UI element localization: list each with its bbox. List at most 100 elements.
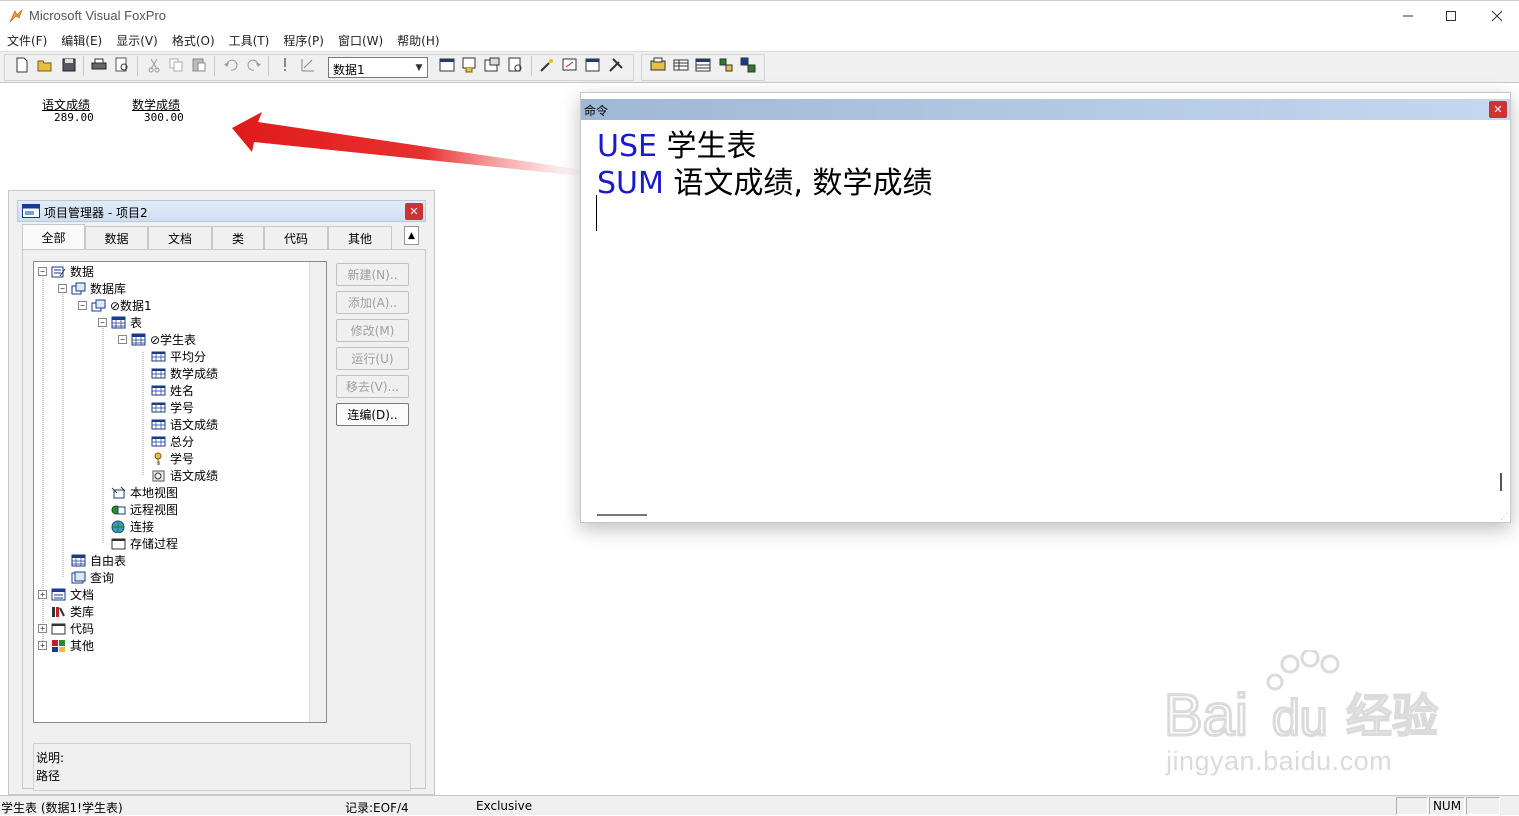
tree-item[interactable]: − 表 [98, 314, 142, 331]
tree-item[interactable]: 远程视图 [98, 501, 178, 518]
run-button[interactable]: 运行(U) [336, 347, 409, 370]
tree-item[interactable]: 学号 [138, 399, 194, 416]
collapse-button[interactable]: ▲ [404, 226, 419, 245]
command-window-icon[interactable] [438, 56, 456, 74]
resize-grip-icon[interactable]: ⋰ [1500, 512, 1508, 521]
save-icon[interactable] [60, 56, 78, 74]
redo-icon[interactable] [245, 56, 263, 74]
expand-icon[interactable]: + [38, 641, 47, 650]
collapse-icon[interactable]: − [58, 284, 67, 293]
connection-designer-icon[interactable] [739, 56, 757, 74]
copy-icon[interactable] [167, 56, 185, 74]
properties-icon[interactable] [483, 56, 501, 74]
add-button[interactable]: 添加(A).. [336, 291, 409, 314]
undo-icon[interactable] [222, 56, 240, 74]
tree-item[interactable]: + 代码 [38, 620, 94, 637]
tree-item[interactable]: 查询 [58, 569, 114, 586]
form-wizard-icon[interactable] [561, 56, 579, 74]
report-icon[interactable] [649, 56, 667, 74]
tree-item[interactable]: + 文档 [38, 586, 94, 603]
run-icon[interactable] [276, 56, 294, 74]
tree-item[interactable]: 存储过程 [98, 535, 178, 552]
command-window[interactable]: 命令 ✕ USE 学生表 SUM 语文成绩, 数学成绩 ⋰ [580, 92, 1511, 523]
tree-item[interactable]: 语文成绩 [138, 467, 218, 484]
tree-item[interactable]: + 其他 [38, 637, 94, 654]
data-session-icon[interactable] [717, 56, 735, 74]
horizontal-scrollbar[interactable] [597, 514, 647, 516]
project-tree[interactable]: − 数据 − 数据库 − ⊘数据1− 表 − ⊘学生表 平均分 数学成绩 姓名 学号 语文成绩 总分 学号 语文… [33, 261, 327, 723]
new-file-icon[interactable] [13, 56, 31, 74]
field-icon [151, 385, 166, 396]
cut-icon[interactable] [145, 56, 163, 74]
remove-button[interactable]: 移去(V)... [336, 375, 409, 398]
browse-icon[interactable] [694, 56, 712, 74]
tree-item[interactable]: 平均分 [138, 348, 206, 365]
tree-item-label: ⊘学生表 [150, 333, 197, 347]
tab-classes[interactable]: 类 [212, 226, 264, 249]
tree-item[interactable]: 连接 [98, 518, 154, 535]
tab-all[interactable]: 全部 [22, 224, 85, 250]
command-window-close-button[interactable]: ✕ [1489, 101, 1507, 118]
expand-icon[interactable]: + [38, 624, 47, 633]
menu-tools[interactable]: 工具(T) [222, 32, 277, 49]
tree-item[interactable]: − 数据 [38, 263, 94, 280]
build-button[interactable]: 连编(D).. [336, 403, 409, 426]
tab-other[interactable]: 其他 [328, 226, 392, 249]
menu-view[interactable]: 显示(V) [109, 32, 165, 49]
tree-item-label: 数学成绩 [170, 367, 219, 381]
menu-help[interactable]: 帮助(H) [390, 32, 446, 49]
paste-icon[interactable] [190, 56, 208, 74]
table-designer-icon[interactable] [672, 56, 690, 74]
modify-icon[interactable] [299, 56, 317, 74]
tree-item[interactable]: 本地视图 [98, 484, 178, 501]
tree-item[interactable]: 语文成绩 [138, 416, 218, 433]
tab-data[interactable]: 数据 [85, 226, 148, 249]
tree-item[interactable]: − ⊘数据1 [78, 297, 152, 314]
tab-documents[interactable]: 文档 [148, 226, 212, 249]
chevron-down-icon[interactable]: ▼ [411, 58, 427, 77]
command-line-2[interactable]: SUM 语文成绩, 数学成绩 [597, 158, 933, 202]
print-icon[interactable] [90, 56, 108, 74]
command-window-titlebar[interactable]: 命令 ✕ [581, 99, 1510, 120]
vertical-scrollbar[interactable] [1500, 473, 1502, 491]
database-combo[interactable]: 数据1 ▼ [328, 57, 428, 78]
tree-item[interactable]: 自由表 [58, 552, 126, 569]
tree-item[interactable]: 学号 [138, 450, 194, 467]
menu-format[interactable]: 格式(O) [165, 32, 222, 49]
tools-icon[interactable] [607, 56, 625, 74]
menu-file[interactable]: 文件(F) [0, 32, 54, 49]
collapse-icon[interactable]: − [38, 267, 47, 276]
maximize-button[interactable] [1428, 1, 1474, 31]
project-manager-close-button[interactable]: ✕ [405, 203, 423, 220]
tab-code[interactable]: 代码 [264, 226, 328, 249]
menu-program[interactable]: 程序(P) [276, 32, 331, 49]
tree-item[interactable]: 总分 [138, 433, 194, 450]
code-icon [51, 623, 66, 635]
new-button[interactable]: 新建(N).. [336, 263, 409, 286]
minimize-button[interactable] [1385, 1, 1431, 31]
project-manager-titlebar[interactable]: 项目管理器 - 项目2 ✕ [17, 200, 426, 222]
wizard-icon[interactable] [538, 56, 556, 74]
tree-item[interactable]: − ⊘学生表 [118, 331, 196, 348]
description-box: 说明: 路径 [33, 743, 411, 791]
documents-icon [51, 588, 66, 601]
form-designer-icon[interactable] [584, 56, 602, 74]
collapse-icon[interactable]: − [118, 335, 127, 344]
menu-edit[interactable]: 编辑(E) [54, 32, 109, 49]
tree-item[interactable]: − 数据库 [58, 280, 126, 297]
expand-icon[interactable]: + [38, 590, 47, 599]
open-folder-icon[interactable] [36, 56, 54, 74]
database-designer-icon[interactable] [460, 56, 478, 74]
tree-item[interactable]: 类库 [38, 603, 94, 620]
status-mode: Exclusive [476, 799, 533, 813]
close-button[interactable] [1474, 1, 1519, 31]
tree-scrollbar[interactable] [309, 262, 326, 722]
modify-button[interactable]: 修改(M) [336, 319, 409, 342]
menu-window[interactable]: 窗口(W) [331, 32, 390, 49]
print-preview-icon[interactable] [113, 56, 131, 74]
tree-item[interactable]: 数学成绩 [138, 365, 218, 382]
collapse-icon[interactable]: − [98, 318, 107, 327]
tree-item[interactable]: 姓名 [138, 382, 194, 399]
collapse-icon[interactable]: − [78, 301, 87, 310]
code-window-icon[interactable] [506, 56, 524, 74]
